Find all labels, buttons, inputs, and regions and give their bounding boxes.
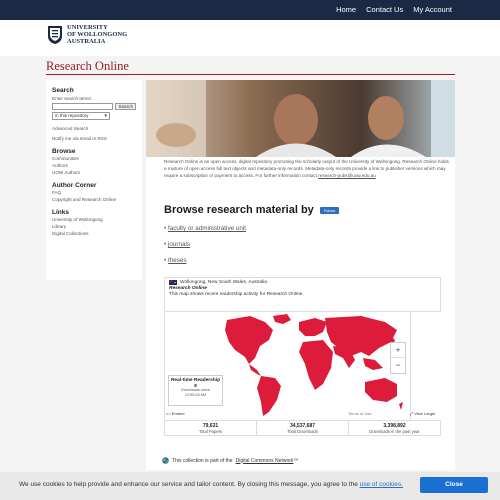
view-larger-label: View Larger — [414, 411, 436, 416]
map-footer: <> Embed Terms of Use ⤢ View Larger — [164, 409, 441, 419]
nav-home-link[interactable]: Home — [336, 5, 356, 14]
stat-total-papers: 79,631 Total Papers — [165, 421, 257, 435]
map-location-text: Wollongong, New South Wales, Australia — [180, 280, 267, 285]
browse-link-faculty[interactable]: faculty or administrative unit — [168, 225, 246, 232]
chevron-down-icon: ▾ — [104, 113, 107, 119]
dcn-notice: This collection is part of the Digital C… — [162, 457, 298, 464]
realtime-since-time: 12:59:28 AM — [184, 393, 207, 397]
sidebar-item-faq[interactable]: FAQ — [52, 189, 136, 196]
browse-item-theses: • theses — [164, 257, 187, 264]
sidebar: Search Enter search terms: Search in thi… — [46, 80, 142, 280]
dcn-text: This collection is part of the — [172, 457, 233, 464]
links-heading: Links — [52, 209, 69, 216]
stat-total-downloads: 34,537,687 Total Downloads — [257, 421, 349, 435]
university-logo[interactable]: UNIVERSITY OF WOLLONGONG AUSTRALIA — [47, 24, 127, 45]
view-larger-link[interactable]: ⤢ View Larger — [410, 411, 436, 416]
author-corner-heading: Author Corner — [52, 182, 97, 189]
stat-label: Downloads in the past year — [369, 429, 420, 434]
advanced-search-link[interactable]: Advanced Search — [52, 125, 136, 132]
browse-link-journals[interactable]: journals — [168, 241, 190, 248]
search-scope-value: in this repository — [55, 113, 89, 118]
browse-item-faculty: • faculty or administrative unit — [164, 225, 247, 232]
cookie-policy-link[interactable]: use of cookies. — [360, 481, 403, 488]
zoom-in-button[interactable]: + — [391, 343, 405, 358]
crest-icon — [48, 25, 62, 44]
readership-map-header: Wollongong, New South Wales, Australia R… — [164, 277, 441, 312]
sidebar-item-authors[interactable]: Authors — [52, 162, 136, 169]
map-description: This map shows recent readership activit… — [169, 292, 304, 297]
commons-network-icon — [162, 457, 169, 464]
top-navigation-bar: Home Contact Us My Account — [0, 0, 500, 20]
expand-icon: ⤢ — [410, 411, 414, 416]
top-nav: Home Contact Us My Account — [336, 5, 452, 14]
australia-flag-icon — [169, 280, 177, 285]
cookie-message: We use cookies to help provide and enhan… — [19, 481, 403, 488]
researchers-photo — [146, 80, 455, 157]
logo-text: UNIVERSITY OF WOLLONGONG AUSTRALIA — [67, 24, 127, 45]
notify-link[interactable]: Notify me via email or RSS — [52, 135, 136, 142]
logo-line-1: UNIVERSITY — [67, 24, 108, 31]
search-heading: Search — [52, 87, 74, 94]
browse-item-journals: • journals — [164, 241, 191, 248]
intro-paragraph: Research Online is an open access, digit… — [164, 158, 449, 179]
search-row: Search — [52, 103, 136, 110]
dcn-link[interactable]: Digital Commons Network — [236, 458, 294, 464]
contact-email-link[interactable]: research-pubs@uow.edu.au — [318, 173, 376, 178]
intro-text: Research Online is an open access, digit… — [164, 159, 449, 178]
logo-line-3: AUSTRALIA — [67, 38, 106, 45]
logo-line-2: OF WOLLONGONG — [67, 31, 128, 38]
browse-link-theses[interactable]: theses — [168, 257, 187, 264]
sidebar-item-copyright[interactable]: Copyright and Research Online — [52, 196, 136, 203]
repository-stats: 79,631 Total Papers 34,537,687 Total Dow… — [164, 420, 441, 436]
search-label: Enter search terms: — [52, 96, 93, 101]
cookie-text: We use cookies to help provide and enhan… — [19, 481, 358, 488]
browse-heading: Browse — [52, 148, 76, 155]
embed-link[interactable]: <> Embed — [166, 411, 184, 416]
map-subtitle: Research Online — [169, 286, 207, 291]
sidebar-item-digital-collections[interactable]: Digital Collections — [52, 230, 136, 237]
sidebar-item-uow[interactable]: University of Wollongong — [52, 216, 136, 223]
dcn-trademark: ™ — [293, 457, 299, 464]
stat-downloads-past-year: 3,398,892 Downloads in the past year — [349, 421, 440, 435]
zoom-out-button[interactable]: − — [391, 358, 405, 373]
stat-label: Total Downloads — [287, 429, 318, 434]
map-zoom-control: + − — [390, 342, 406, 374]
cookie-close-button[interactable]: Close — [420, 477, 488, 493]
hero-image — [146, 80, 455, 157]
search-scope-select[interactable]: in this repository ▾ — [52, 112, 110, 120]
browse-heading-main: Browse research material by — [164, 204, 314, 216]
terms-link[interactable]: Terms of Use — [348, 411, 372, 416]
map-location: Wollongong, New South Wales, Australia — [169, 280, 436, 285]
sidebar-item-library[interactable]: Library — [52, 223, 136, 230]
realtime-readership-box: Real-time Readership 8 Downloads since 1… — [168, 375, 223, 406]
sidebar-item-uow-authors[interactable]: UOW Authors — [52, 169, 136, 176]
search-input[interactable] — [52, 103, 114, 110]
follow-button[interactable]: Follow — [320, 207, 339, 214]
nav-contact-link[interactable]: Contact Us — [366, 5, 403, 14]
search-button[interactable]: Search — [115, 103, 136, 110]
sidebar-item-communities[interactable]: Communities — [52, 155, 136, 162]
stat-label: Total Papers — [198, 429, 223, 434]
site-title[interactable]: Research Online — [46, 59, 129, 74]
nav-account-link[interactable]: My Account — [413, 5, 452, 14]
title-divider — [46, 74, 455, 75]
